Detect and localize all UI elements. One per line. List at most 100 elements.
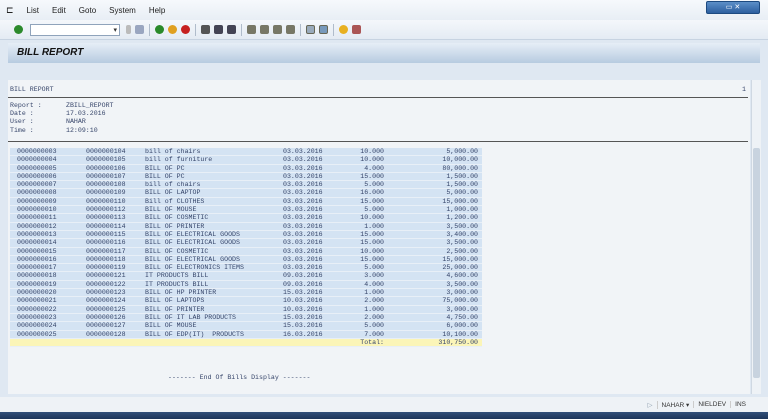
new-session-icon[interactable] bbox=[306, 25, 315, 34]
enter-icon[interactable] bbox=[14, 25, 23, 34]
table-cell: 1.000 bbox=[364, 289, 384, 297]
table-row[interactable]: 0000000023 0000000126 BILL OF IT LAB PRODU… bbox=[10, 313, 482, 323]
help-icon[interactable] bbox=[339, 25, 348, 34]
table-row[interactable]: 0000000011 0000000113 BILL OF COSMETIC 03.0… bbox=[10, 214, 482, 223]
menu-list[interactable]: List bbox=[27, 6, 39, 15]
table-cell: 3,400.00 bbox=[446, 230, 478, 238]
table-row[interactable]: 0000000017 0000000119 BILL OF ELECTRONICS … bbox=[10, 264, 482, 273]
table-row[interactable]: 0000000014 0000000116 BILL OF ELECTRICAL G… bbox=[10, 239, 482, 248]
first-page-icon[interactable] bbox=[247, 25, 256, 34]
table-row[interactable]: 0000000009 0000000110 Bill of CLOTHES 03.03… bbox=[10, 197, 482, 207]
table-row[interactable]: 0000000024 0000000127 BILL OF MOUSE 15.03.2… bbox=[10, 322, 482, 331]
table-cell: 0000000125 bbox=[86, 305, 126, 313]
table-row[interactable]: 0000000021 0000000124 BILL OF LAPTOPS 10.03… bbox=[10, 297, 482, 306]
table-cell: 15.03.2016 bbox=[283, 313, 323, 321]
cancel-icon[interactable] bbox=[181, 25, 190, 34]
table-cell: 0000000016 bbox=[17, 255, 57, 263]
separator bbox=[149, 23, 150, 36]
table-row[interactable]: 0000000013 0000000115 BILL OF ELECTRICAL G… bbox=[10, 230, 482, 240]
separator bbox=[241, 23, 242, 36]
table-row[interactable]: 0000000012 0000000114 BILL OF PRINTER 03.03… bbox=[10, 222, 482, 231]
table-cell: 03.03.2016 bbox=[283, 264, 323, 272]
table-cell: 0000000024 bbox=[17, 322, 57, 330]
table-cell: 1,200.00 bbox=[446, 214, 478, 222]
save-icon[interactable] bbox=[135, 25, 144, 34]
table-cell: 03.03.2016 bbox=[283, 156, 323, 164]
report-heading: BILL REPORT bbox=[10, 86, 54, 93]
table-row[interactable]: 0000000006 0000000107 BILL OF PC 03.03.2016… bbox=[10, 172, 482, 182]
table-cell: 5.000 bbox=[364, 322, 384, 330]
shortcut-icon[interactable] bbox=[319, 25, 328, 34]
table-cell: 0000000012 bbox=[17, 222, 57, 230]
table-row[interactable]: 0000000019 0000000122 IT PRODUCTS BILL 09.0… bbox=[10, 280, 482, 290]
table-cell: BILL OF LAPTOPS bbox=[145, 297, 205, 305]
table-cell: 15.03.2016 bbox=[283, 289, 323, 297]
table-row[interactable]: 0000000018 0000000121 IT PRODUCTS BILL 09.0… bbox=[10, 272, 482, 281]
exit-icon[interactable] bbox=[168, 25, 177, 34]
table-row[interactable]: 0000000022 0000000125 BILL OF PRINTER 10.03… bbox=[10, 305, 482, 314]
table-row[interactable]: 0000000008 0000000109 BILL OF LAPTOP 03.03.… bbox=[10, 189, 482, 198]
menu-edit[interactable]: Edit bbox=[52, 6, 66, 15]
command-field[interactable]: ▾ bbox=[30, 23, 120, 36]
table-row[interactable]: 0000000010 0000000112 BILL OF MOUSE 03.03.2… bbox=[10, 206, 482, 215]
previous-page-icon[interactable] bbox=[260, 25, 269, 34]
total-row: Total: 310,750.00 bbox=[10, 338, 482, 348]
vertical-scrollbar[interactable] bbox=[751, 80, 761, 394]
page-number: 1 bbox=[742, 86, 746, 93]
menu-icon[interactable]: ⊏ bbox=[6, 5, 14, 16]
table-row[interactable]: 0000000005 0000000106 BILL OF PC 03.03.2016… bbox=[10, 164, 482, 173]
report-meta: Report : ZBILL_REPORT Date : 17.03.2016 Us… bbox=[10, 102, 113, 135]
menu-goto[interactable]: Goto bbox=[79, 6, 96, 15]
table-row[interactable]: 0000000015 0000000117 BILL OF COSMETIC 03.0… bbox=[10, 247, 482, 256]
back-icon[interactable] bbox=[155, 25, 164, 34]
table-cell: 0000000119 bbox=[86, 264, 126, 272]
table-row[interactable]: 0000000016 0000000118 BILL OF ELECTRICAL G… bbox=[10, 255, 482, 265]
table-cell: 03.03.2016 bbox=[283, 222, 323, 230]
table-row[interactable]: 0000000025 0000000128 BILL OF EDP(IT) PROD… bbox=[10, 330, 482, 339]
table-cell: 7.000 bbox=[364, 330, 384, 338]
table-cell: 3,500.00 bbox=[446, 222, 478, 230]
table-cell: 4.000 bbox=[364, 280, 384, 288]
table-cell: BILL OF COSMETIC bbox=[145, 214, 209, 222]
chevron-down-icon[interactable]: ▾ bbox=[113, 26, 117, 34]
table-row[interactable]: 0000000007 0000000108 bill of chairs 03.03.… bbox=[10, 181, 482, 190]
print-icon[interactable] bbox=[201, 25, 210, 34]
table-cell: 0000000022 bbox=[17, 305, 57, 313]
table-cell: 03.03.2016 bbox=[283, 148, 323, 155]
table-row[interactable]: 0000000004 0000000105 bill of furniture 03.… bbox=[10, 156, 482, 165]
table-row[interactable]: 0000000003 0000000104 bill of chairs 03.03.… bbox=[10, 148, 482, 157]
page-title: BILL REPORT bbox=[8, 43, 760, 63]
scrollbar-thumb[interactable] bbox=[753, 148, 760, 378]
table-cell: 2.000 bbox=[364, 297, 384, 305]
table-cell: 1,500.00 bbox=[446, 181, 478, 189]
layout-icon[interactable] bbox=[352, 25, 361, 34]
find-next-icon[interactable] bbox=[227, 25, 236, 34]
table-cell: 0000000112 bbox=[86, 206, 126, 214]
table-cell: 0000000009 bbox=[17, 197, 57, 205]
table-cell: 0000000122 bbox=[86, 280, 126, 288]
table-cell: 10.03.2016 bbox=[283, 305, 323, 313]
table-cell: 0000000007 bbox=[17, 181, 57, 189]
table-cell: BILL OF PC bbox=[145, 164, 185, 172]
separator bbox=[300, 23, 301, 36]
window-controls[interactable]: ▭ ✕ bbox=[706, 1, 760, 14]
table-cell: 15.000 bbox=[360, 239, 384, 247]
table-cell: 0000000011 bbox=[17, 214, 57, 222]
status-user[interactable]: NAHAR ▾ bbox=[656, 400, 694, 409]
menu-system[interactable]: System bbox=[109, 6, 136, 15]
status-toggle-icon[interactable]: ▷ bbox=[644, 401, 657, 409]
find-icon[interactable] bbox=[214, 25, 223, 34]
table-cell: 4,750.00 bbox=[446, 313, 478, 321]
table-cell: 5.000 bbox=[364, 264, 384, 272]
next-page-icon[interactable] bbox=[273, 25, 282, 34]
status-mode[interactable]: INS bbox=[730, 401, 750, 408]
last-page-icon[interactable] bbox=[286, 25, 295, 34]
table-cell: 1.000 bbox=[364, 222, 384, 230]
menu-help[interactable]: Help bbox=[149, 6, 165, 15]
table-cell: 10.000 bbox=[360, 247, 384, 255]
table-cell: 0000000010 bbox=[17, 206, 57, 214]
table-cell: 03.03.2016 bbox=[283, 181, 323, 189]
table-row[interactable]: 0000000020 0000000123 BILL OF HP PRINTER 15… bbox=[10, 289, 482, 298]
table-cell: BILL OF ELECTRICAL GOODS bbox=[145, 230, 240, 238]
back-arrow-icon[interactable] bbox=[126, 25, 131, 34]
